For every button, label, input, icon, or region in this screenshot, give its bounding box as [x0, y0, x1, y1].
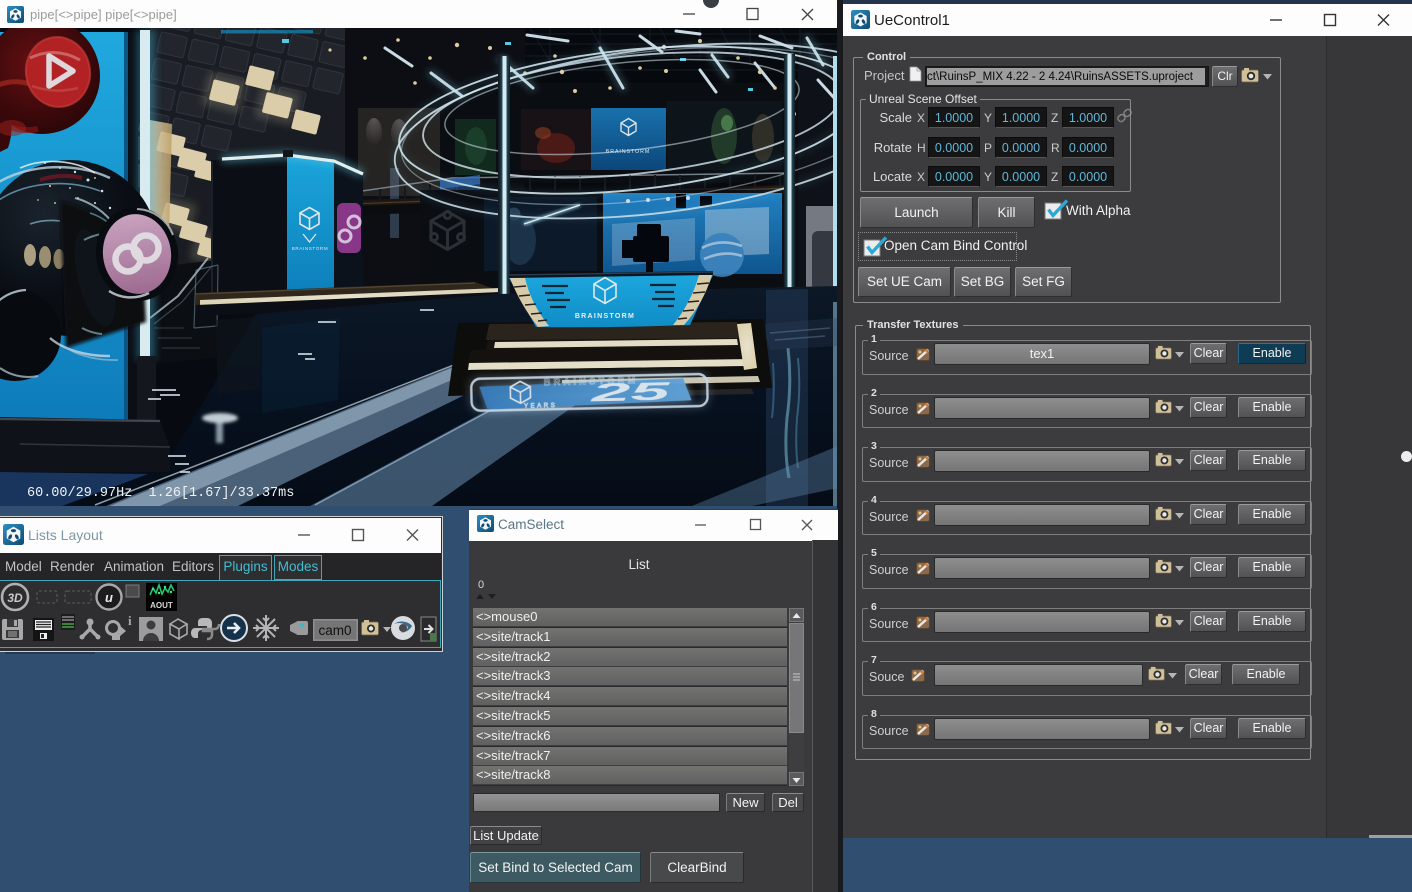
svg-text:u: u — [105, 590, 113, 605]
svg-text:i: i — [128, 613, 132, 628]
svg-text:cam0: cam0 — [318, 623, 351, 638]
svg-text:AOUT: AOUT — [150, 601, 173, 610]
svg-text:3D: 3D — [7, 591, 23, 605]
